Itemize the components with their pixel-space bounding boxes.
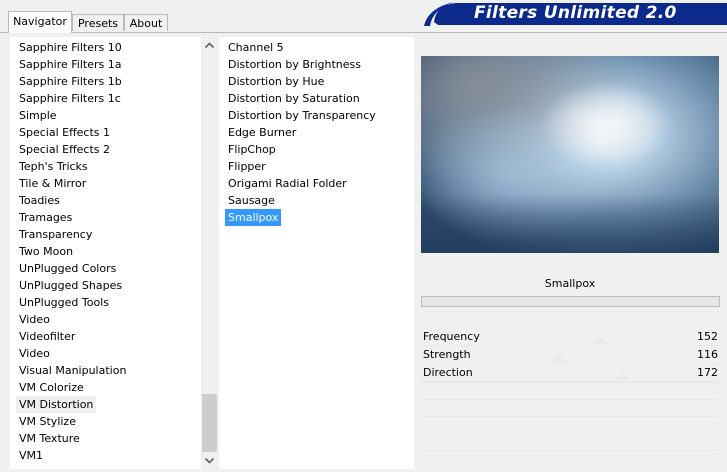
filter-item[interactable]: Edge Burner [225, 124, 299, 141]
filter-item[interactable]: Smallpox [225, 209, 282, 226]
category-item[interactable]: Two Moon [16, 243, 76, 260]
tab-navigator[interactable]: Navigator [8, 11, 72, 33]
parameter-list: Frequency 152 Strength 116 Direction 172 [421, 328, 719, 382]
category-item[interactable]: VM Texture [16, 430, 83, 447]
param-slider[interactable] [497, 346, 683, 364]
category-item[interactable]: UnPlugged Colors [16, 260, 119, 277]
category-item[interactable]: Video [16, 345, 53, 362]
param-strength[interactable]: Strength 116 [421, 346, 719, 364]
category-item[interactable]: Sapphire Filters 10 [16, 39, 125, 56]
chevron-up-icon[interactable] [201, 37, 218, 54]
param-value: 172 [697, 366, 718, 379]
param-slider[interactable] [497, 328, 683, 346]
category-item[interactable]: Transparency [16, 226, 95, 243]
filter-name-label: Smallpox [421, 272, 719, 295]
tab-divider [0, 32, 727, 33]
param-label: Strength [423, 348, 471, 361]
category-item[interactable]: Video [16, 311, 53, 328]
category-item[interactable]: VM Colorize [16, 379, 87, 396]
banner-title: Filters Unlimited 2.0 [474, 3, 677, 23]
filter-item[interactable]: Sausage [225, 192, 278, 209]
category-item[interactable]: Tile & Mirror [16, 175, 89, 192]
category-item[interactable]: Sapphire Filters 1b [16, 73, 125, 90]
filter-item[interactable]: Distortion by Transparency [225, 107, 379, 124]
progress-bar [421, 296, 720, 307]
filter-item[interactable]: Distortion by Saturation [225, 90, 363, 107]
tab-presets[interactable]: Presets [72, 14, 124, 31]
category-item[interactable]: VM1 [16, 447, 46, 464]
title-banner: Filters Unlimited 2.0 [424, 0, 727, 28]
category-item[interactable]: Visual Manipulation [16, 362, 129, 379]
param-label: Frequency [423, 330, 480, 343]
category-item[interactable]: Tramages [16, 209, 75, 226]
param-direction[interactable]: Direction 172 [421, 364, 719, 382]
filter-item[interactable]: Distortion by Hue [225, 73, 327, 90]
param-value: 152 [697, 330, 718, 343]
category-item[interactable]: Teph's Tricks [16, 158, 91, 175]
empty-param-rows [421, 382, 719, 471]
chevron-down-icon[interactable] [201, 452, 218, 469]
filter-item[interactable]: Channel 5 [225, 39, 287, 56]
category-item[interactable]: Special Effects 2 [16, 141, 113, 158]
category-item[interactable]: VM Distortion [16, 396, 97, 413]
preview-image [421, 56, 719, 253]
category-item[interactable]: Simple [16, 107, 60, 124]
category-item[interactable]: Special Effects 1 [16, 124, 113, 141]
category-item[interactable]: VM Stylize [16, 413, 79, 430]
category-item[interactable]: UnPlugged Shapes [16, 277, 125, 294]
filter-item[interactable]: FlipChop [225, 141, 279, 158]
filter-item[interactable]: Flipper [225, 158, 269, 175]
tab-about[interactable]: About [124, 14, 168, 31]
param-frequency[interactable]: Frequency 152 [421, 328, 719, 346]
param-label: Direction [423, 366, 473, 379]
filter-item[interactable]: Distortion by Brightness [225, 56, 364, 73]
filter-list[interactable]: Channel 5 Distortion by Brightness Distort… [219, 37, 414, 469]
category-item[interactable]: Sapphire Filters 1a [16, 56, 124, 73]
scrollbar-thumb[interactable] [202, 394, 217, 452]
category-item[interactable]: UnPlugged Tools [16, 294, 112, 311]
category-item[interactable]: Videofilter [16, 328, 78, 345]
category-item[interactable]: Sapphire Filters 1c [16, 90, 124, 107]
category-item[interactable]: Toadies [16, 192, 63, 209]
param-slider[interactable] [497, 364, 683, 382]
filter-item[interactable]: Origami Radial Folder [225, 175, 350, 192]
category-list[interactable]: Sapphire Filters 10 Sapphire Filters 1a Sa… [10, 37, 218, 469]
param-value: 116 [697, 348, 718, 361]
category-scrollbar[interactable] [201, 37, 218, 469]
